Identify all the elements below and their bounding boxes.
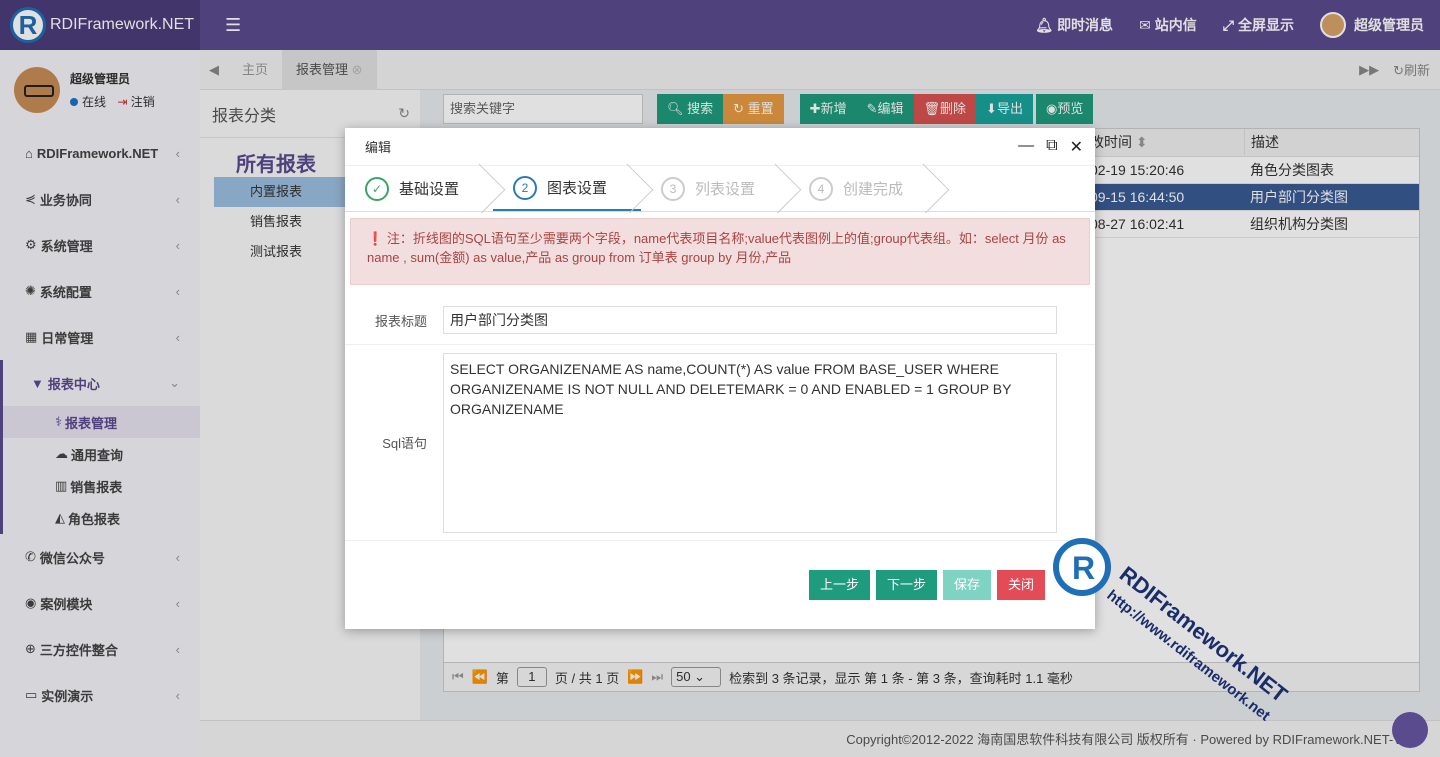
check-icon: ✓ xyxy=(365,176,389,201)
step-basic-settings[interactable]: ✓ 基础设置 xyxy=(345,166,493,211)
prev-step-button[interactable]: 上一步 xyxy=(808,570,870,600)
dialog-title: 编辑 xyxy=(365,140,392,155)
sql-label: Sql语句 xyxy=(382,436,427,451)
step-number: 3 xyxy=(661,176,685,201)
maximize-icon[interactable]: ⧉ xyxy=(1046,137,1057,157)
dialog-header: 编辑 — ⧉ ✕ xyxy=(345,128,1095,166)
report-title-input[interactable]: 用户部门分类图 xyxy=(443,306,1057,334)
wizard-steps: ✓ 基础设置 2 图表设置 3 列表设置 4 创建完成 xyxy=(345,166,1095,212)
exclamation-circle-icon: ❗ xyxy=(367,231,384,246)
sql-hint-alert: ❗ 注：折线图的SQL语句至少需要两个字段，name代表项目名称;value代表… xyxy=(350,218,1090,285)
step-label: 列表设置 xyxy=(695,181,756,198)
form-row-sql: Sql语句 SELECT ORGANIZENAME AS name,COUNT(… xyxy=(345,345,1095,541)
next-step-button[interactable]: 下一步 xyxy=(875,570,937,600)
edit-dialog: 编辑 — ⧉ ✕ ✓ 基础设置 2 图表设置 3 列表设置 4 创建完成 ❗ 注：折线图… xyxy=(345,128,1095,629)
step-number: 2 xyxy=(513,175,537,200)
sql-textarea[interactable]: SELECT ORGANIZENAME AS name,COUNT(*) AS … xyxy=(443,352,1057,533)
minimize-icon[interactable]: — xyxy=(1018,137,1034,157)
alert-text: 注：折线图的SQL语句至少需要两个字段，name代表项目名称;value代表图例… xyxy=(367,231,1066,265)
close-icon[interactable]: ✕ xyxy=(1070,137,1083,157)
dialog-buttons: 上一步 下一步 保存 关闭 xyxy=(808,570,1095,600)
step-list-settings[interactable]: 3 列表设置 xyxy=(641,166,789,211)
report-title-label: 报表标题 xyxy=(374,313,427,329)
close-button[interactable]: 关闭 xyxy=(996,570,1045,600)
step-label: 图表设置 xyxy=(547,180,608,197)
form-row-title: 报表标题 用户部门分类图 xyxy=(345,296,1095,345)
step-number: 4 xyxy=(809,176,833,201)
save-button[interactable]: 保存 xyxy=(942,570,991,600)
step-finish[interactable]: 4 创建完成 xyxy=(789,166,937,211)
step-chart-settings[interactable]: 2 图表设置 xyxy=(493,166,641,211)
chat-bubble-icon[interactable] xyxy=(1392,712,1428,748)
step-label: 创建完成 xyxy=(843,181,904,198)
step-label: 基础设置 xyxy=(399,181,460,198)
